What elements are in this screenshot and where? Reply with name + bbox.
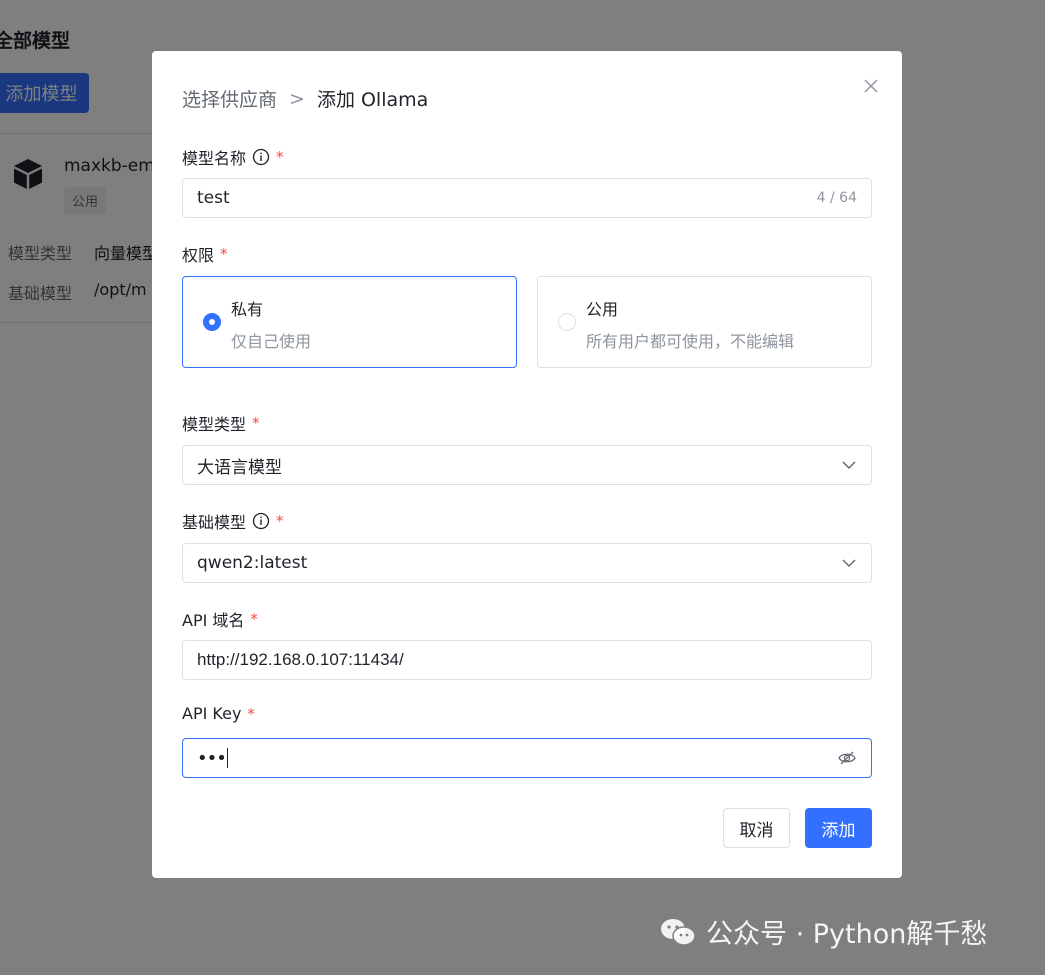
breadcrumb: 选择供应商 > 添加 Ollama xyxy=(182,85,428,112)
input-value: http://192.168.0.107:11434/ xyxy=(197,650,404,669)
perm-desc: 所有用户都可使用，不能编辑 xyxy=(586,332,795,351)
radio-public[interactable] xyxy=(558,313,576,331)
required-mark: * xyxy=(220,245,228,263)
model-type-select[interactable]: 大语言模型 xyxy=(182,445,872,485)
chevron-down-icon xyxy=(842,559,856,568)
required-mark: * xyxy=(276,512,284,530)
watermark: 公众号 · Python解千愁 xyxy=(658,912,987,951)
label-text: API 域名 xyxy=(182,611,245,630)
select-value: qwen2:latest xyxy=(197,553,308,573)
add-model-dialog: 选择供应商 > 添加 Ollama 模型名称 * test 4 / 64 权限 … xyxy=(152,51,902,878)
api-domain-label: API 域名 * xyxy=(182,607,258,631)
permission-public-card[interactable]: 公用 所有用户都可使用，不能编辑 xyxy=(537,276,872,368)
required-mark: * xyxy=(276,148,284,166)
close-icon[interactable] xyxy=(862,77,880,95)
permission-private-card[interactable]: 私有 仅自己使用 xyxy=(182,276,517,368)
model-name-label: 模型名称 * xyxy=(182,145,284,169)
base-model-label: 基础模型 * xyxy=(182,509,284,533)
char-count: 4 / 64 xyxy=(816,190,857,206)
api-key-label: API Key * xyxy=(182,704,255,723)
input-value: test xyxy=(197,188,230,208)
perm-title: 私有 xyxy=(231,300,264,319)
wechat-icon xyxy=(661,918,696,946)
breadcrumb-select-provider[interactable]: 选择供应商 xyxy=(182,85,277,112)
base-model-select[interactable]: qwen2:latest xyxy=(182,543,872,583)
required-mark: * xyxy=(252,414,260,432)
dialog-title: 添加 Ollama xyxy=(316,89,429,111)
label-text: 模型名称 xyxy=(182,149,247,168)
required-mark: * xyxy=(250,610,258,628)
label-text: 权限 xyxy=(182,246,215,265)
cancel-button[interactable]: 取消 xyxy=(723,808,790,848)
select-value: 大语言模型 xyxy=(197,457,282,478)
eye-off-icon[interactable] xyxy=(837,748,857,768)
masked-value: ••• xyxy=(197,747,227,769)
label-text: 基础模型 xyxy=(182,513,247,532)
text-caret xyxy=(226,748,228,768)
perm-desc: 仅自己使用 xyxy=(231,332,312,351)
api-key-input[interactable]: ••• xyxy=(182,738,872,778)
model-type-label: 模型类型 * xyxy=(182,411,260,435)
required-mark: * xyxy=(247,704,255,723)
perm-title: 公用 xyxy=(586,300,619,319)
breadcrumb-separator: > xyxy=(289,87,305,110)
add-button[interactable]: 添加 xyxy=(805,808,872,848)
label-text: API Key xyxy=(182,704,242,723)
chevron-down-icon xyxy=(842,461,856,470)
permission-label: 权限 * xyxy=(182,242,228,266)
info-icon[interactable] xyxy=(252,148,270,166)
model-name-input[interactable]: test 4 / 64 xyxy=(182,178,872,218)
api-domain-input[interactable]: http://192.168.0.107:11434/ xyxy=(182,640,872,680)
radio-private[interactable] xyxy=(203,313,221,331)
info-icon[interactable] xyxy=(252,512,270,530)
label-text: 模型类型 xyxy=(182,415,247,434)
watermark-text: 公众号 · Python解千愁 xyxy=(706,919,988,950)
